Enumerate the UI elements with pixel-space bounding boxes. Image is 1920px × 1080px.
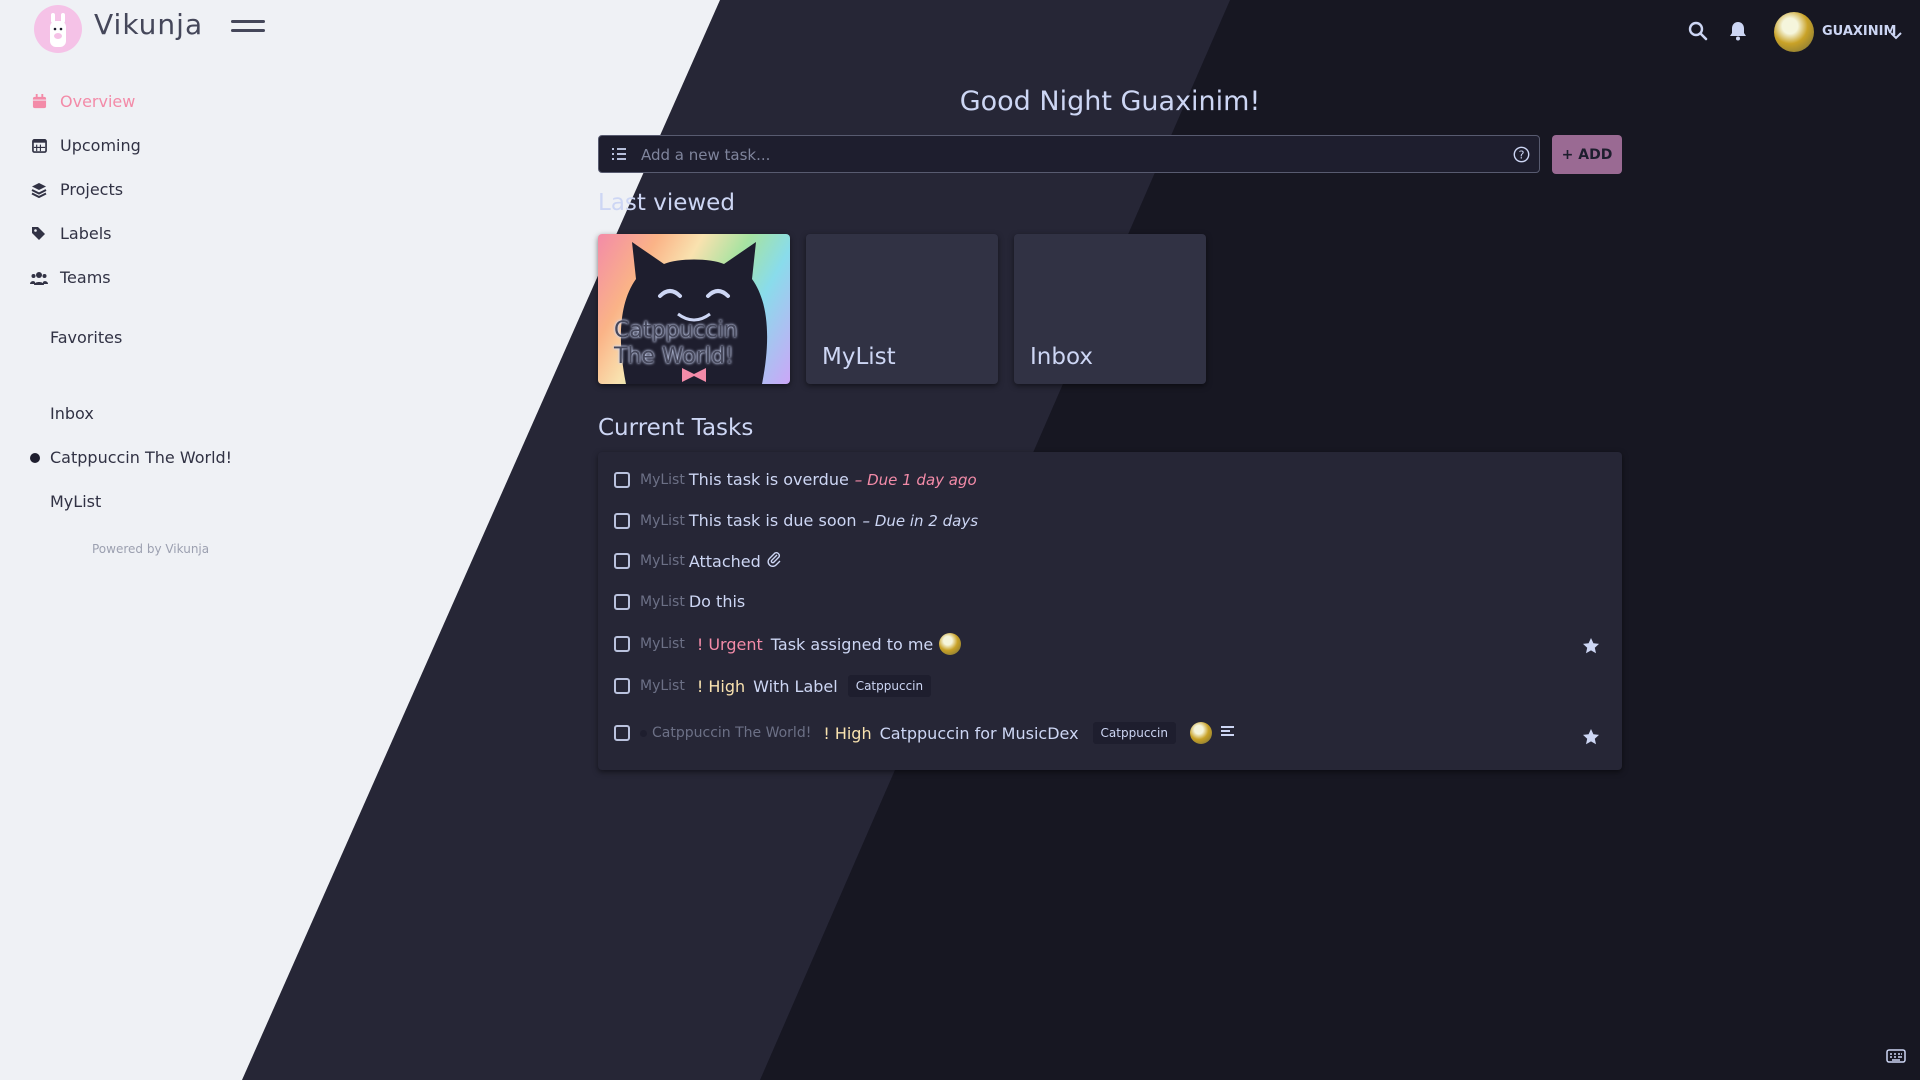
favorite-star-icon[interactable] <box>1582 637 1600 659</box>
sidebar-item-teams[interactable]: Teams <box>30 268 111 287</box>
task-title[interactable]: With Label <box>753 677 838 696</box>
task-title[interactable]: Attached <box>689 552 761 571</box>
calendar-grid-icon <box>30 137 48 155</box>
task-checkbox[interactable] <box>614 725 630 741</box>
app-name: Vikunja <box>94 8 204 41</box>
task-row[interactable]: MyList ! High With Label Catppuccin <box>614 675 932 697</box>
task-row[interactable]: MyList This task is overdue – Due 1 day … <box>614 470 977 489</box>
task-due-date: – Due in 2 days <box>862 511 979 530</box>
task-checkbox[interactable] <box>614 678 630 694</box>
task-list: MyList This task is overdue – Due 1 day … <box>598 452 1622 770</box>
task-project[interactable]: MyList <box>640 594 685 610</box>
last-viewed-heading: Last viewed <box>598 190 735 216</box>
powered-by-link[interactable]: Powered by Vikunja <box>92 542 209 556</box>
sidebar-item-labels[interactable]: Labels <box>30 224 112 243</box>
task-label: Catppuccin <box>847 675 932 697</box>
task-checkbox[interactable] <box>614 512 630 529</box>
task-due-date: – Due 1 day ago <box>854 470 977 489</box>
sidebar-item-label: Labels <box>60 224 112 243</box>
paperclip-icon <box>767 551 781 571</box>
project-color-dot <box>640 729 647 737</box>
favorite-star-icon[interactable] <box>1582 728 1600 750</box>
assignee-avatar <box>1189 722 1212 744</box>
sidebar-project-mylist[interactable]: MyList <box>50 492 101 511</box>
sidebar-project-catppuccin[interactable]: Catppuccin The World! <box>50 448 232 467</box>
task-project[interactable]: MyList <box>640 513 685 529</box>
project-card-inbox[interactable]: Inbox <box>1014 234 1206 384</box>
task-title[interactable]: Catppuccin for MusicDex <box>880 724 1079 743</box>
assignee-avatar <box>939 633 962 655</box>
task-row[interactable]: MyList ! Urgent Task assigned to me <box>614 633 962 655</box>
task-row[interactable]: MyList Attached <box>614 551 781 571</box>
add-task-button[interactable]: + ADD <box>1552 135 1622 174</box>
task-project[interactable]: MyList <box>640 553 685 569</box>
priority-badge: ! High <box>696 676 746 696</box>
calendar-icon <box>30 93 48 111</box>
task-checkbox[interactable] <box>614 636 630 652</box>
bell-icon[interactable] <box>1729 21 1747 45</box>
greeting-heading: Good Night Guaxinim! <box>959 86 1261 117</box>
add-task-field[interactable]: ? <box>598 135 1540 174</box>
card-title: Catppuccin The World! <box>614 318 738 369</box>
menu-toggle-button[interactable] <box>231 20 265 40</box>
user-avatar[interactable] <box>1774 12 1814 52</box>
task-title[interactable]: Do this <box>689 592 745 611</box>
current-tasks-heading: Current Tasks <box>598 415 754 441</box>
tags-icon <box>30 225 48 243</box>
sidebar-item-upcoming[interactable]: Upcoming <box>30 136 141 155</box>
task-project[interactable]: MyList <box>640 636 685 652</box>
help-icon[interactable]: ? <box>1513 146 1530 167</box>
priority-badge: ! High <box>823 723 872 743</box>
task-row[interactable]: MyList This task is due soon – Due in 2 … <box>614 511 978 530</box>
sidebar-item-projects[interactable]: Projects <box>30 180 123 199</box>
sidebar-project-inbox[interactable]: Inbox <box>50 404 94 423</box>
task-project[interactable]: Catppuccin The World! <box>652 725 811 741</box>
priority-badge: ! Urgent <box>696 634 763 654</box>
project-card-catppuccin[interactable]: Catppuccin The World! <box>598 234 790 384</box>
task-project[interactable]: MyList <box>640 472 685 488</box>
task-list-icon <box>611 146 627 166</box>
task-checkbox[interactable] <box>614 553 630 569</box>
card-title: Inbox <box>1030 344 1093 370</box>
sidebar-item-overview[interactable]: Overview <box>30 92 135 111</box>
search-icon[interactable] <box>1688 21 1708 45</box>
layers-icon <box>30 181 48 199</box>
keyboard-shortcuts-icon[interactable] <box>1886 1048 1906 1067</box>
sidebar-item-label: Teams <box>60 268 111 287</box>
project-card-mylist[interactable]: MyList <box>806 234 998 384</box>
task-title[interactable]: Task assigned to me <box>771 635 934 654</box>
task-row[interactable]: Catppuccin The World! ! High Catppuccin … <box>614 722 1236 744</box>
sidebar-item-label: Projects <box>60 180 124 199</box>
vikunja-logo[interactable] <box>34 5 82 53</box>
sidebar-item-label: Overview <box>60 92 136 111</box>
description-icon <box>1220 724 1236 743</box>
task-checkbox[interactable] <box>614 471 630 488</box>
sidebar-item-label: Upcoming <box>60 136 141 155</box>
task-label: Catppuccin <box>1092 722 1176 744</box>
users-icon <box>30 269 48 287</box>
task-title[interactable]: This task is overdue <box>689 470 849 489</box>
username[interactable]: GUAXINIM <box>1822 24 1896 39</box>
task-row[interactable]: MyList Do this <box>614 592 745 611</box>
card-title: MyList <box>822 344 896 370</box>
task-project[interactable]: MyList <box>640 678 685 694</box>
chevron-down-icon[interactable] <box>1890 26 1902 45</box>
sidebar-favorites[interactable]: Favorites <box>50 328 122 347</box>
task-checkbox[interactable] <box>614 593 630 610</box>
project-color-dot <box>30 453 40 463</box>
svg-text:?: ? <box>1519 149 1525 162</box>
task-title[interactable]: This task is due soon <box>689 511 857 530</box>
add-task-input[interactable] <box>639 136 1483 174</box>
